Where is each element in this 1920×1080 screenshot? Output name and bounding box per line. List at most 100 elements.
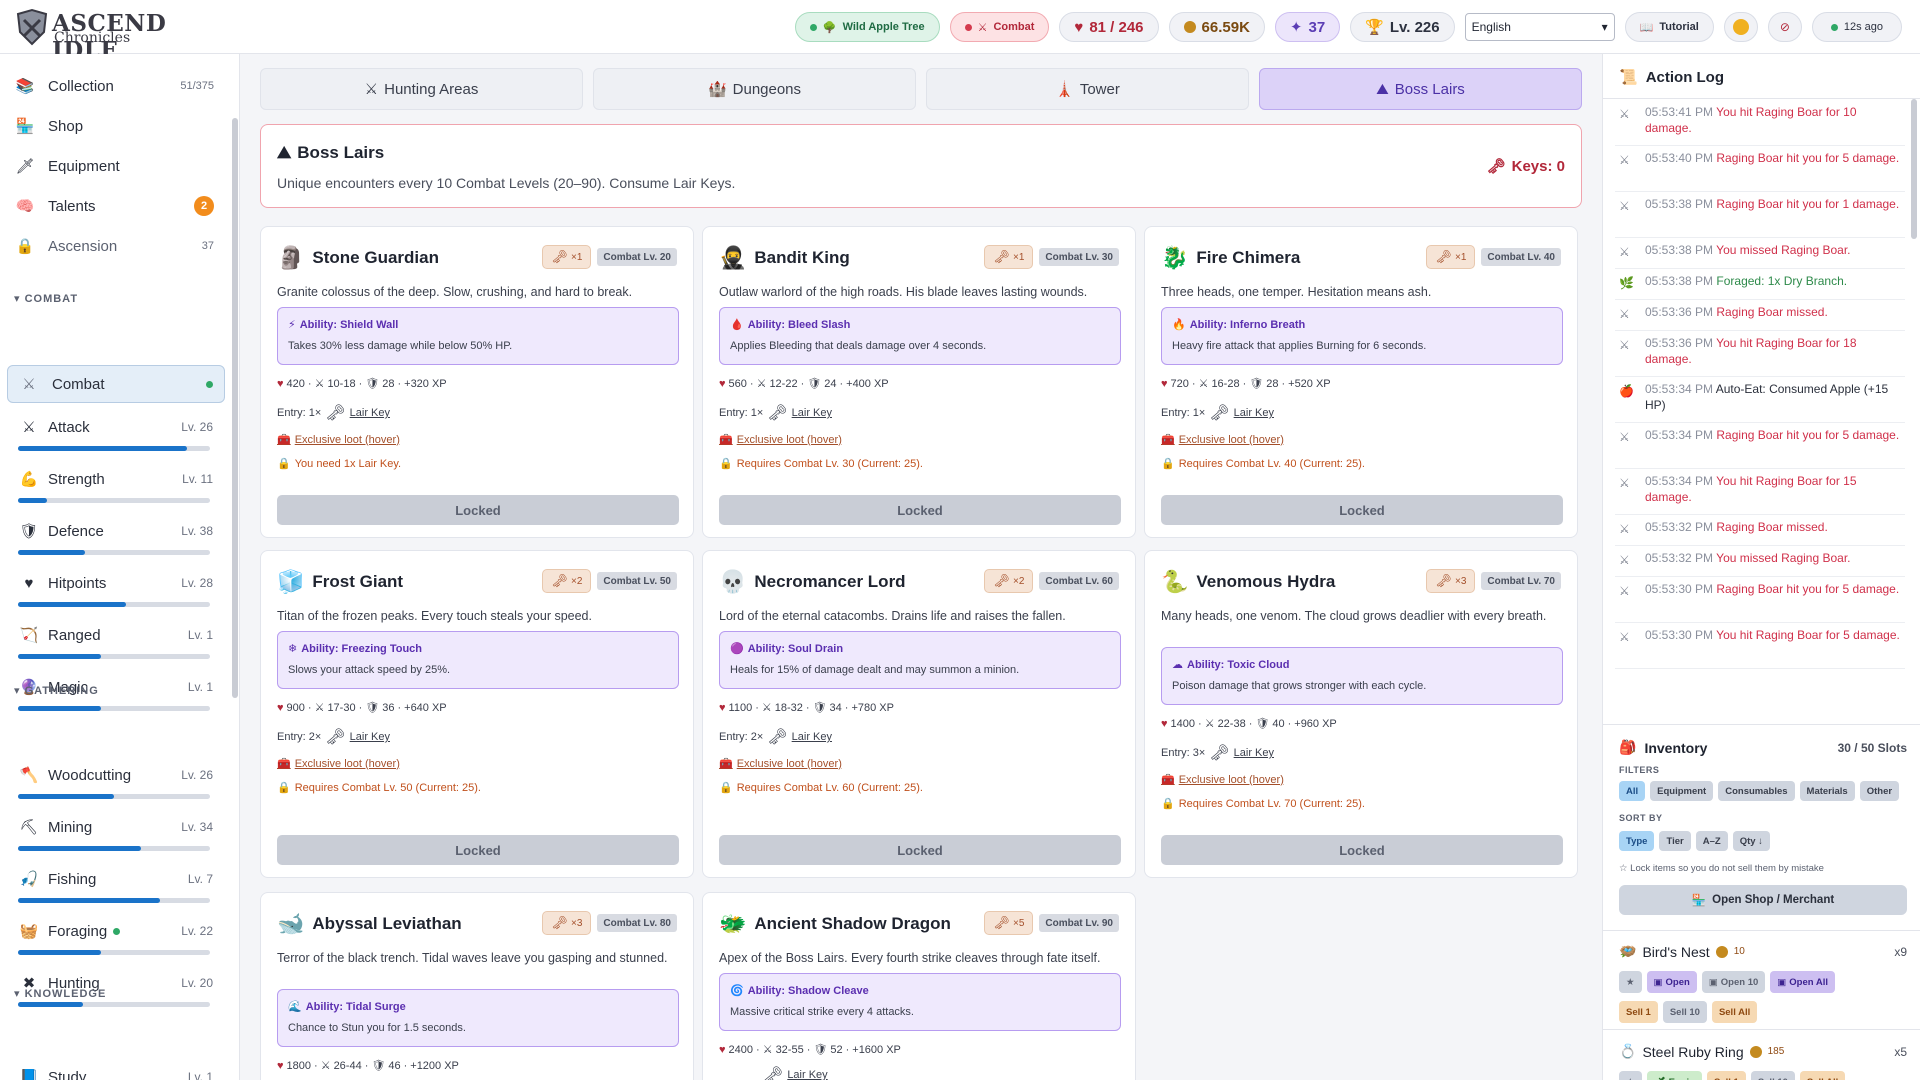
gold-pill[interactable]: 66.59K bbox=[1168, 12, 1265, 42]
exclusive-loot-link[interactable]: 🧰 Exclusive loot (hover) bbox=[1161, 433, 1284, 447]
sell-10-button[interactable]: Sell 10 bbox=[1750, 1071, 1795, 1080]
combat-toggle[interactable]: ⊘ bbox=[1767, 12, 1802, 42]
open-all-button[interactable]: ▣ Open All bbox=[1770, 971, 1835, 993]
filter-all[interactable]: All bbox=[1619, 781, 1646, 801]
save-status[interactable]: 12s ago bbox=[1811, 12, 1902, 42]
boss-name-text: Venomous Hydra bbox=[1196, 572, 1336, 591]
sidebar-item-ranged[interactable]: 🏹 Ranged Lv. 1 bbox=[18, 622, 213, 666]
sidebar-item-study[interactable]: 📘 Study Lv. 1 bbox=[18, 1064, 213, 1080]
sidebar-item-foraging[interactable]: 🧺 Foraging Lv. 22 bbox=[18, 918, 213, 962]
exclusive-loot-link[interactable]: 🧰 Exclusive loot (hover) bbox=[277, 757, 400, 771]
sidebar-item-hitpoints[interactable]: ♥ Hitpoints Lv. 28 bbox=[18, 570, 213, 614]
boss-description: Three heads, one temper. Hesitation mean… bbox=[1161, 285, 1432, 299]
sell-all-button[interactable]: Sell All bbox=[1799, 1071, 1846, 1080]
sort-option[interactable]: Tier bbox=[1659, 831, 1691, 851]
loot-label: Exclusive loot (hover) bbox=[294, 433, 400, 446]
sidebar-item-strength[interactable]: 💪 Strength Lv. 11 bbox=[18, 466, 213, 510]
filter-equipment[interactable]: Equipment bbox=[1650, 781, 1714, 801]
tab-boss-lairs[interactable]: ⛰ Boss Lairs bbox=[1259, 68, 1582, 110]
log-time: 05:53:34 PM bbox=[1645, 474, 1714, 488]
sidebar-item-woodcutting[interactable]: 🪓 Woodcutting Lv. 26 bbox=[18, 762, 213, 806]
sidebar-item-combat[interactable]: ⚔ Combat bbox=[18, 366, 213, 402]
lair-key-link[interactable]: Lair Key bbox=[350, 731, 390, 743]
tab-hunting-areas[interactable]: ⚔ Hunting Areas bbox=[260, 68, 583, 110]
button-label: Open All bbox=[1789, 976, 1828, 988]
log-text: Raging Boar missed. bbox=[1716, 520, 1828, 534]
sidebar-item-label: Combat bbox=[52, 375, 105, 393]
key-cost: ×1 bbox=[570, 251, 583, 263]
exclusive-loot-link[interactable]: 🧰 Exclusive loot (hover) bbox=[1161, 773, 1284, 787]
section-combat[interactable]: ▾ COMBAT bbox=[14, 292, 78, 305]
section-knowledge[interactable]: ▾ KNOWLEDGE bbox=[14, 987, 106, 1000]
sidebar-item-fishing[interactable]: 🎣 Fishing Lv. 7 bbox=[18, 866, 213, 910]
log-time: 05:53:30 PM bbox=[1645, 628, 1714, 642]
sidebar-item-ascension[interactable]: 🔒 Ascension 37 bbox=[14, 228, 214, 264]
sort-option[interactable]: Qty ↓ bbox=[1732, 831, 1770, 851]
enter-lair-button[interactable]: Locked bbox=[1161, 495, 1563, 525]
sidebar-item-shop[interactable]: 🏪 Shop bbox=[14, 108, 214, 144]
tab-tower[interactable]: 🗼 Tower bbox=[926, 68, 1249, 110]
log-scrollbar[interactable] bbox=[1911, 99, 1917, 239]
boss-name: 🗿 Stone Guardian bbox=[277, 245, 439, 271]
enter-lair-button[interactable]: Locked bbox=[1161, 835, 1563, 865]
sidebar-item-defence[interactable]: 🛡 Defence Lv. 38 bbox=[18, 518, 213, 562]
filter-materials[interactable]: Materials bbox=[1799, 781, 1855, 801]
sell-1-button[interactable]: Sell 1 bbox=[1706, 1071, 1746, 1080]
tab-dungeons[interactable]: 🏰 Dungeons bbox=[593, 68, 916, 110]
open-button[interactable]: ▣ Open bbox=[1646, 971, 1697, 993]
sort-option[interactable]: Type bbox=[1619, 831, 1655, 851]
exclusive-loot-link[interactable]: 🧰 Exclusive loot (hover) bbox=[719, 757, 842, 771]
sidebar-item-collection[interactable]: 📚 Collection 51/375 bbox=[14, 68, 214, 104]
filter-other[interactable]: Other bbox=[1859, 781, 1900, 801]
equip-button[interactable]: 🗡Equip bbox=[1646, 1071, 1702, 1080]
golem-icon: 🗿 bbox=[277, 245, 305, 270]
ring-icon: 💍 bbox=[1619, 1043, 1637, 1059]
sell-all-button[interactable]: Sell All bbox=[1711, 1001, 1758, 1023]
sell-10-button[interactable]: Sell 10 bbox=[1662, 1001, 1707, 1023]
hp-pill[interactable]: ♥ 81 / 246 bbox=[1059, 12, 1159, 42]
section-gathering[interactable]: ▾ GATHERING bbox=[14, 684, 99, 697]
lock-requirement: 🔒 Requires Combat Lv. 70 (Current: 25). bbox=[1161, 797, 1365, 811]
lair-key-link[interactable]: Lair Key bbox=[792, 731, 832, 743]
sidebar-item-talents[interactable]: 🧠 Talents 2 bbox=[14, 188, 214, 224]
key-icon: 🗝 bbox=[993, 249, 1010, 264]
open-shop-button[interactable]: 🏪 Open Shop / Merchant bbox=[1619, 885, 1907, 915]
lair-key-link[interactable]: Lair Key bbox=[1234, 747, 1274, 759]
ascension-pill[interactable]: ✦ 37 bbox=[1274, 12, 1341, 42]
lair-key-link[interactable]: Lair Key bbox=[787, 1069, 827, 1080]
ability-description: Massive critical strike every 4 attacks. bbox=[730, 1006, 914, 1018]
location-pill[interactable]: 🌳 Wild Apple Tree bbox=[794, 12, 940, 42]
key-cost-tag: 🗝 ×1 bbox=[1426, 245, 1476, 269]
requirement-text: Requires Combat Lv. 40 (Current: 25). bbox=[1178, 457, 1365, 470]
theme-toggle[interactable] bbox=[1723, 12, 1758, 42]
mode-pill[interactable]: ⚔ Combat bbox=[949, 12, 1050, 42]
exclusive-loot-link[interactable]: 🧰 Exclusive loot (hover) bbox=[277, 433, 400, 447]
open-10-button[interactable]: ▣ Open 10 bbox=[1701, 971, 1766, 993]
sidebar-item-attack[interactable]: ⚔ Attack Lv. 26 bbox=[18, 414, 213, 458]
sidebar-item-equipment[interactable]: 🗡 Equipment bbox=[14, 148, 214, 184]
sell-1-button[interactable]: Sell 1 bbox=[1619, 1001, 1658, 1023]
shadow-icon: 🌀 bbox=[730, 985, 744, 997]
skill-name: Study bbox=[48, 1068, 87, 1080]
lock-item-button[interactable]: ★ bbox=[1619, 1071, 1642, 1080]
enter-lair-button[interactable]: Locked bbox=[277, 835, 679, 865]
app-logo[interactable]: ASCEND IDLE Chronicles bbox=[14, 8, 204, 64]
sidebar-item-mining[interactable]: ⛏ Mining Lv. 34 bbox=[18, 814, 213, 858]
boss-defence: 28 bbox=[382, 377, 395, 390]
lock-item-button[interactable]: ★ bbox=[1619, 971, 1642, 993]
sort-option[interactable]: A–Z bbox=[1695, 831, 1728, 851]
level-pill[interactable]: 🏆 Lv. 226 bbox=[1350, 12, 1455, 42]
enter-lair-button[interactable]: Locked bbox=[277, 495, 679, 525]
tutorial-button[interactable]: 📖 Tutorial bbox=[1624, 12, 1714, 42]
filter-consumables[interactable]: Consumables bbox=[1718, 781, 1795, 801]
exclusive-loot-link[interactable]: 🧰 Exclusive loot (hover) bbox=[719, 433, 842, 447]
lair-key-link[interactable]: Lair Key bbox=[350, 407, 390, 419]
enter-lair-button[interactable]: Locked bbox=[719, 835, 1121, 865]
sidebar-scrollbar[interactable] bbox=[232, 118, 238, 698]
language-select[interactable]: English ▾ bbox=[1464, 13, 1615, 41]
lair-key-link[interactable]: Lair Key bbox=[792, 407, 832, 419]
boss-name-text: Stone Guardian bbox=[312, 248, 439, 267]
lair-key-link[interactable]: Lair Key bbox=[1234, 407, 1274, 419]
enter-lair-button[interactable]: Locked bbox=[719, 495, 1121, 525]
section-label: GATHERING bbox=[24, 685, 99, 697]
